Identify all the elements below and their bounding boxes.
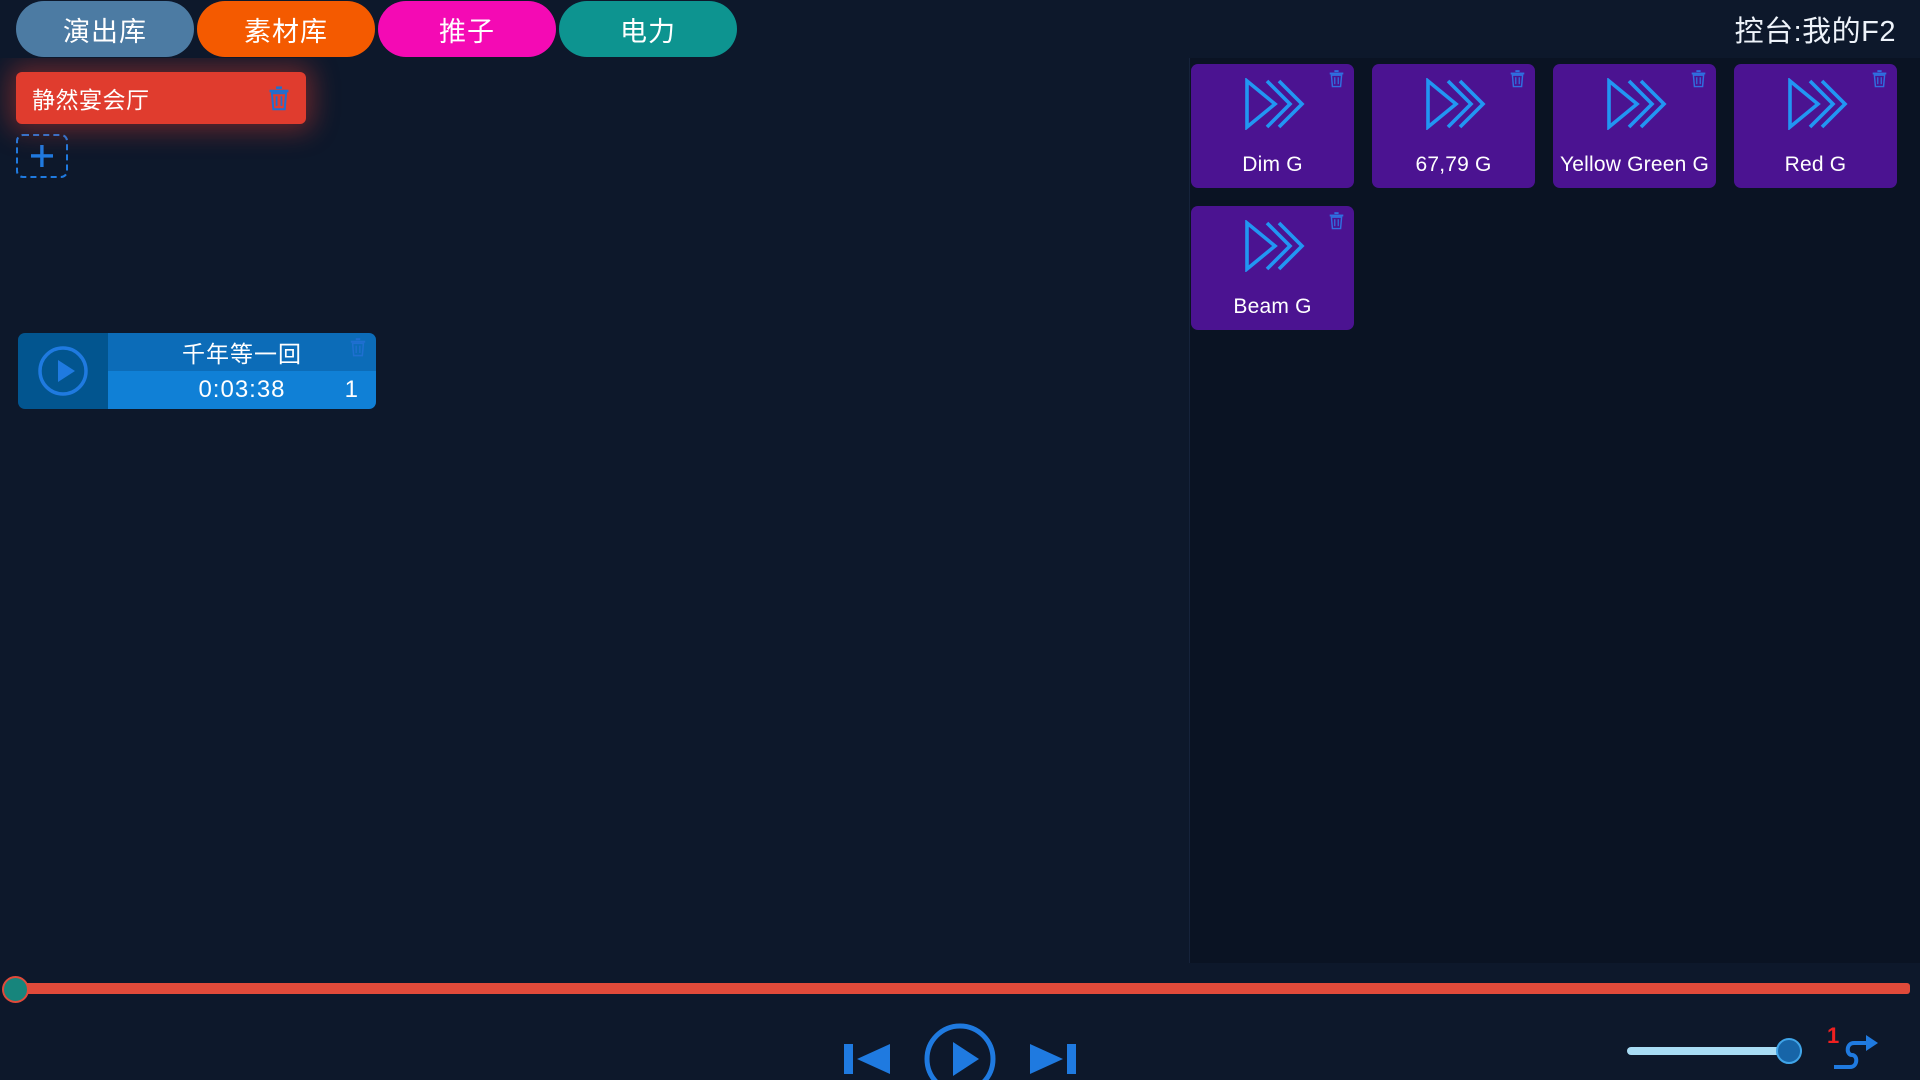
repeat-one-icon (1834, 1035, 1878, 1069)
track-meta-row: 0:03:38 1 (108, 371, 376, 409)
double-chevron-play-icon (1244, 220, 1305, 272)
track-card[interactable]: 千年等一回 0:03:38 1 (18, 333, 376, 409)
cue-card-label: Dim G (1242, 153, 1303, 176)
next-icon (1030, 1044, 1076, 1074)
trash-icon (1510, 70, 1525, 88)
scene-list: 静然宴会厅 (16, 72, 306, 178)
track-title-row: 千年等一回 (108, 333, 376, 371)
previous-icon (844, 1044, 890, 1074)
bottom-bar: 1 (0, 963, 1920, 1080)
cue-grid: Dim G 67,79 G Yellow Green G Red G Beam G (1190, 58, 1920, 330)
seek-bar[interactable] (0, 976, 1920, 1003)
cue-card-label: Red G (1784, 153, 1847, 176)
seek-handle[interactable] (2, 976, 29, 1003)
tab-asset-library[interactable]: 素材库 (197, 1, 375, 57)
console-title: 控台:我的F2 (1734, 16, 1896, 48)
cue-card-label: 67,79 G (1415, 153, 1492, 176)
right-pane: Dim G 67,79 G Yellow Green G Red G Beam G (1189, 58, 1920, 963)
trash-icon (1329, 212, 1344, 230)
cue-delete-button[interactable] (1871, 69, 1890, 90)
cue-card[interactable]: Red G (1734, 64, 1897, 188)
cue-delete-button[interactable] (1690, 69, 1709, 90)
left-pane: 静然宴会厅 千年等一回 0:03:38 1 (0, 58, 1189, 963)
trash-icon (269, 86, 289, 111)
cue-card[interactable]: Dim G (1191, 64, 1354, 188)
tab-label: 演出库 (63, 16, 147, 47)
cue-card-label: Beam G (1233, 295, 1312, 318)
repeat-one-button[interactable]: 1 (1826, 1025, 1882, 1075)
track-play-button[interactable] (18, 333, 108, 409)
tab-label: 素材库 (244, 16, 328, 47)
tab-fader[interactable]: 推子 (378, 1, 556, 57)
previous-track-button[interactable] (842, 1036, 894, 1080)
tab-bar: 演出库 素材库 推子 电力 (0, 0, 737, 58)
transport-controls (842, 1021, 1078, 1080)
double-chevron-play-icon (1244, 78, 1305, 130)
cue-card-label: Yellow Green G (1559, 153, 1710, 176)
tab-show-library[interactable]: 演出库 (16, 1, 194, 57)
top-bar: 演出库 素材库 推子 电力 控台:我的F2 (0, 0, 1920, 58)
scene-delete-button[interactable] (266, 84, 292, 112)
track-duration: 0:03:38 (198, 376, 286, 403)
tab-label: 电力 (620, 16, 676, 47)
double-chevron-play-icon (1787, 78, 1848, 130)
track-title: 千年等一回 (182, 341, 302, 367)
play-button[interactable] (922, 1021, 998, 1080)
double-chevron-play-icon (1606, 78, 1667, 130)
app-root: 演出库 素材库 推子 电力 控台:我的F2 静然宴会厅 千年等一回 0:03:38 1 D… (0, 0, 1920, 1080)
trash-icon (1872, 70, 1887, 88)
cue-delete-button[interactable] (1509, 69, 1528, 90)
tab-power[interactable]: 电力 (559, 1, 737, 57)
cue-card[interactable]: 67,79 G (1372, 64, 1535, 188)
scene-item-label: 静然宴会厅 (32, 87, 150, 113)
track-list: 千年等一回 0:03:38 1 (18, 333, 376, 409)
trash-icon (350, 338, 366, 357)
trash-icon (1691, 70, 1706, 88)
double-chevron-play-icon (1425, 78, 1486, 130)
play-icon (924, 1023, 996, 1080)
trash-icon (1329, 70, 1344, 88)
tab-label: 推子 (439, 16, 495, 47)
cue-card[interactable]: Yellow Green G (1553, 64, 1716, 188)
seek-track[interactable] (20, 983, 1910, 994)
add-scene-button[interactable] (16, 134, 68, 178)
main-area: 静然宴会厅 千年等一回 0:03:38 1 Dim G 67,79 G Yellow G… (0, 58, 1920, 963)
cue-delete-button[interactable] (1328, 69, 1347, 90)
cue-delete-button[interactable] (1328, 211, 1347, 232)
cue-card[interactable]: Beam G (1191, 206, 1354, 330)
play-circle-icon (38, 346, 88, 396)
track-delete-button[interactable] (349, 337, 369, 359)
volume-handle[interactable] (1776, 1038, 1802, 1064)
track-repeat-count: 1 (344, 376, 358, 403)
plus-icon (31, 145, 53, 167)
volume-slider[interactable] (1627, 1038, 1802, 1064)
scene-item[interactable]: 静然宴会厅 (16, 72, 306, 124)
next-track-button[interactable] (1026, 1036, 1078, 1080)
track-info: 千年等一回 0:03:38 1 (108, 333, 376, 409)
